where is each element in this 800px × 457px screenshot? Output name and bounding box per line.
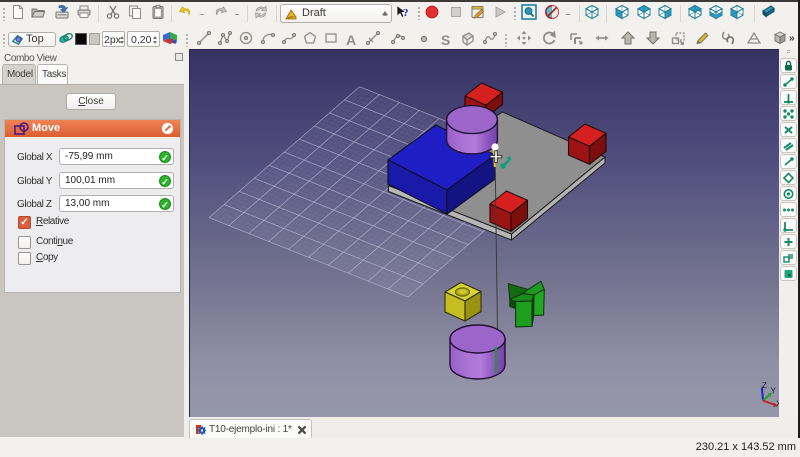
svg-text:?: ? — [403, 7, 409, 19]
svg-text:Z: Z — [762, 381, 767, 390]
svg-text:Y: Y — [771, 387, 777, 396]
